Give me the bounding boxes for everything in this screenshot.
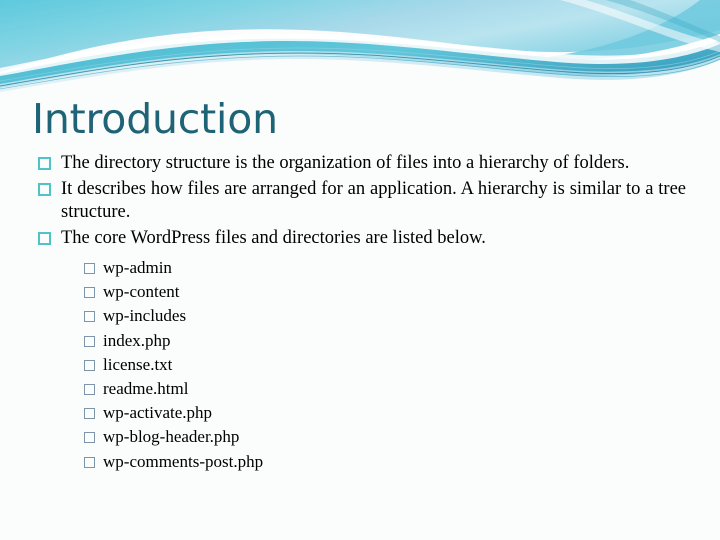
sub-bullet-item: license.txt [74, 353, 686, 377]
sub-bullet-item: wp-includes [74, 304, 686, 328]
hollow-square-sub-bullet-icon [84, 311, 95, 323]
sub-bullet-text: wp-comments-post.php [103, 451, 264, 471]
bullet-text: It describes how files are arranged for … [61, 178, 686, 223]
sub-bullet-text: wp-admin [103, 258, 172, 277]
hollow-square-sub-bullet-icon [84, 456, 95, 468]
sub-bullet-text: readme.html [103, 379, 189, 399]
slide-body: The directory structure is the organizat… [36, 152, 686, 474]
hollow-square-sub-bullet-icon [84, 408, 95, 420]
hollow-square-sub-bullet-icon [84, 432, 95, 444]
sub-bullet-text: wp-blog-header.php [103, 427, 240, 447]
hollow-square-sub-bullet-icon [84, 384, 95, 396]
sub-bullet-text: index.php [103, 330, 171, 350]
sub-bullet-item: wp-activate.php [74, 401, 686, 425]
sub-bullet-item: wp-content [74, 280, 686, 304]
hollow-square-sub-bullet-icon [84, 359, 95, 371]
hollow-square-sub-bullet-icon [84, 335, 95, 347]
hollow-square-bullet-icon [38, 157, 51, 170]
sub-bullet-list: wp-admin wp-content wp-includes index.ph… [36, 256, 686, 474]
hollow-square-sub-bullet-icon [84, 263, 95, 274]
bullet-item: The directory structure is the organizat… [36, 152, 686, 176]
bullet-item: The core WordPress files and directories… [36, 227, 686, 251]
sub-bullet-text: wp-content [103, 282, 180, 302]
sub-bullet-text: wp-includes [103, 306, 187, 326]
sub-bullet-text: wp-activate.php [103, 403, 213, 423]
bullet-item: It describes how files are arranged for … [36, 178, 686, 225]
bullet-text: The directory structure is the organizat… [61, 153, 630, 173]
sub-bullet-item: index.php [74, 329, 686, 353]
sub-bullet-item: wp-admin [74, 256, 686, 280]
sub-bullet-item: wp-comments-post.php [74, 450, 686, 474]
bullet-text: The core WordPress files and directories… [61, 227, 486, 248]
slide-canvas: Introduction The directory structure is … [0, 0, 720, 540]
hollow-square-sub-bullet-icon [84, 287, 95, 299]
hollow-square-bullet-icon [38, 182, 51, 196]
sub-bullet-item: wp-blog-header.php [74, 425, 686, 449]
slide-title: Introduction [32, 95, 278, 143]
header-wave-decoration [0, 0, 720, 92]
sub-bullet-text: license.txt [103, 354, 173, 374]
flow-theme-wave-icon [0, 0, 720, 92]
sub-bullet-item: readme.html [74, 377, 686, 401]
hollow-square-bullet-icon [38, 231, 51, 245]
